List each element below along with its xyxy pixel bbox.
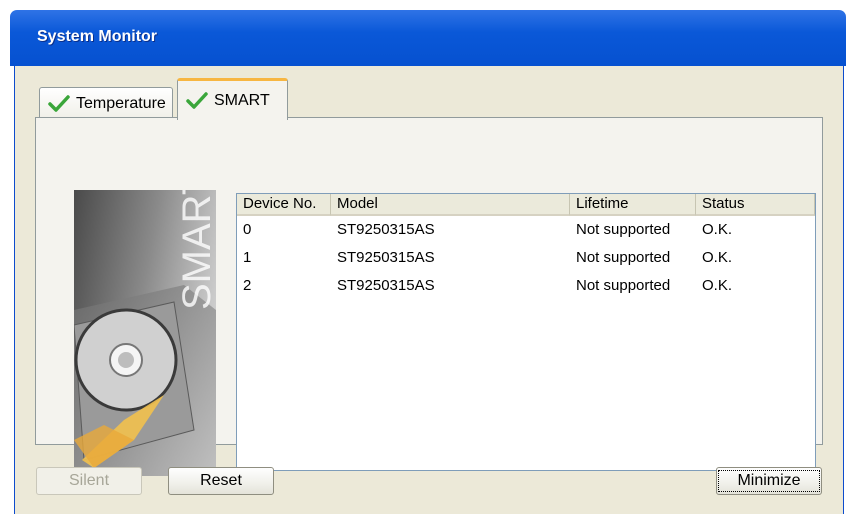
table-row[interactable]: 2 ST9250315AS Not supported O.K. [237,272,815,300]
minimize-button-label: Minimize [718,470,820,492]
reset-button[interactable]: Reset [168,467,274,495]
tab-temperature[interactable]: Temperature [39,87,173,119]
table-header: Device No. Model Lifetime Status [237,194,815,216]
cell-status: O.K. [702,277,733,294]
cell-lifetime: Not supported [576,249,671,266]
cell-lifetime: Not supported [576,221,671,238]
tab-temperature-label: Temperature [76,94,166,112]
cell-model: ST9250315AS [337,221,435,238]
smart-logo-text: SMART [175,190,216,310]
column-header-device-no[interactable]: Device No. [237,194,331,216]
cell-device-no: 2 [243,277,252,294]
minimize-button[interactable]: Minimize [716,467,822,495]
silent-button[interactable]: Silent [36,467,142,495]
table-row[interactable]: 1 ST9250315AS Not supported O.K. [237,244,815,272]
column-header-lifetime[interactable]: Lifetime [570,194,696,216]
cell-model: ST9250315AS [337,249,435,266]
column-header-model[interactable]: Model [331,194,570,216]
window-title: System Monitor [37,28,158,45]
title-bar[interactable]: System Monitor [10,10,846,66]
cell-model: ST9250315AS [337,277,435,294]
cell-status: O.K. [702,249,733,266]
smart-disk-image: SMART [74,190,216,476]
table-row[interactable]: 0 ST9250315AS Not supported O.K. [237,216,815,244]
system-monitor-window: System Monitor Temperature SMART SMART D… [0,0,848,514]
cell-device-no: 0 [243,221,252,238]
smart-device-table[interactable]: Device No. Model Lifetime Status 0 ST925… [236,193,816,471]
check-icon [48,94,70,112]
cell-lifetime: Not supported [576,277,671,294]
tab-smart[interactable]: SMART [177,78,288,120]
cell-status: O.K. [702,221,733,238]
check-icon [186,91,208,109]
column-header-status[interactable]: Status [696,194,815,216]
cell-device-no: 1 [243,249,252,266]
window-client-area: Temperature SMART SMART Device No. Model… [14,66,844,514]
tab-smart-label: SMART [214,91,270,109]
smart-tab-panel: SMART Device No. Model Lifetime Status 0… [35,117,823,476]
